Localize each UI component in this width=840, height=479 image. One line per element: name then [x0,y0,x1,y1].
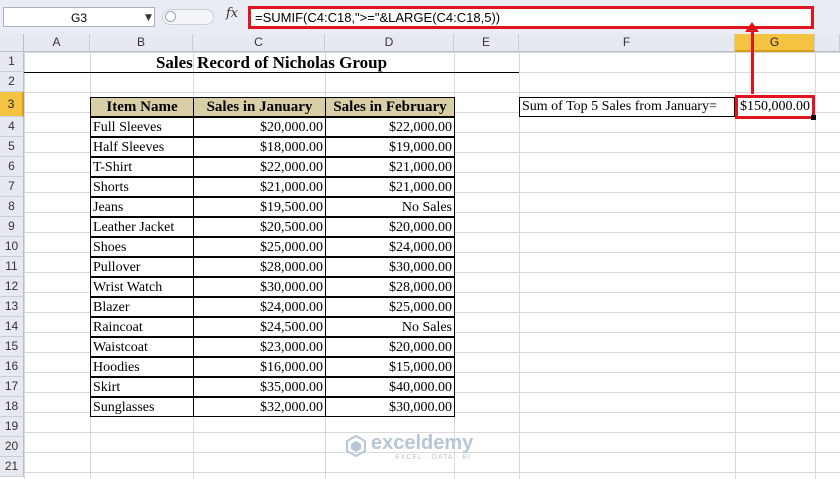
column-header-d[interactable]: D [325,34,454,52]
circle-icon [165,11,176,22]
row-header-4[interactable]: 4 [0,117,24,137]
jan-sales-cell[interactable]: $35,000.00 [193,377,326,397]
feb-sales-cell[interactable]: $21,000.00 [325,177,455,197]
row-header-12[interactable]: 12 [0,277,24,297]
feb-sales-cell[interactable]: $20,000.00 [325,217,455,237]
feb-sales-cell[interactable]: $40,000.00 [325,377,455,397]
callout-arrow-line [751,30,754,94]
item-name-cell[interactable]: Shorts [90,177,194,197]
item-name-cell[interactable]: Blazer [90,297,194,317]
row-header-18[interactable]: 18 [0,397,24,417]
jan-sales-cell[interactable]: $22,000.00 [193,157,326,177]
item-name-cell[interactable]: Pullover [90,257,194,277]
formula-bar: G3 ▼ fx =SUMIF(C4:C18,">="&LARGE(C4:C18,… [0,0,840,35]
fill-handle[interactable] [811,115,816,120]
row-header-8[interactable]: 8 [0,197,24,217]
row-header-3[interactable]: 3 [0,92,24,117]
row-header-9[interactable]: 9 [0,217,24,237]
row-header-5[interactable]: 5 [0,137,24,157]
feb-sales-cell[interactable]: $28,000.00 [325,277,455,297]
jan-sales-cell[interactable]: $24,000.00 [193,297,326,317]
row-header-17[interactable]: 17 [0,377,24,397]
item-name-cell[interactable]: Sunglasses [90,397,194,417]
selected-cell-g3[interactable]: $150,000.00 [735,95,815,119]
feb-sales-cell[interactable]: $22,000.00 [325,117,455,137]
arrow-up-icon [745,22,759,32]
insert-function-icon[interactable]: fx [226,6,238,21]
column-header-h[interactable] [815,34,840,52]
jan-sales-cell[interactable]: $24,500.00 [193,317,326,337]
sum-label-cell[interactable]: Sum of Top 5 Sales from January= [519,97,735,117]
header-sales-january[interactable]: Sales in January [193,97,326,117]
jan-sales-cell[interactable]: $28,000.00 [193,257,326,277]
row-header-10[interactable]: 10 [0,237,24,257]
row-header-20[interactable]: 20 [0,437,24,457]
row-header-14[interactable]: 14 [0,317,24,337]
item-name-cell[interactable]: Jeans [90,197,194,217]
item-name-cell[interactable]: Leather Jacket [90,217,194,237]
feb-sales-cell[interactable]: $25,000.00 [325,297,455,317]
feb-sales-cell[interactable]: No Sales [325,197,455,217]
item-name-cell[interactable]: T-Shirt [90,157,194,177]
row-header-16[interactable]: 16 [0,357,24,377]
column-header-f[interactable]: F [519,34,735,52]
jan-sales-cell[interactable]: $32,000.00 [193,397,326,417]
row-header-2[interactable]: 2 [0,72,24,92]
item-name-cell[interactable]: Raincoat [90,317,194,337]
feb-sales-cell[interactable]: $21,000.00 [325,157,455,177]
column-header-g[interactable]: G [735,34,815,52]
feb-sales-cell[interactable]: $30,000.00 [325,257,455,277]
column-header-e[interactable]: E [454,34,519,52]
jan-sales-cell[interactable]: $18,000.00 [193,137,326,157]
feb-sales-cell[interactable]: No Sales [325,317,455,337]
item-name-cell[interactable]: Hoodies [90,357,194,377]
item-name-cell[interactable]: Waistcoat [90,337,194,357]
name-box[interactable]: G3 [3,7,155,27]
item-name-cell[interactable]: Full Sleeves [90,117,194,137]
jan-sales-cell[interactable]: $30,000.00 [193,277,326,297]
feb-sales-cell[interactable]: $19,000.00 [325,137,455,157]
exceldemy-logo-icon [346,435,366,457]
row-header-7[interactable]: 7 [0,177,24,197]
row-header-1[interactable]: 1 [0,52,24,72]
item-name-cell[interactable]: Skirt [90,377,194,397]
sheet-title[interactable]: Sales Record of Nicholas Group [24,53,519,73]
column-header-c[interactable]: C [193,34,325,52]
row-header-19[interactable]: 19 [0,417,24,437]
formula-bar-handle[interactable] [162,9,214,25]
feb-sales-cell[interactable]: $20,000.00 [325,337,455,357]
row-header-6[interactable]: 6 [0,157,24,177]
name-box-dropdown-icon[interactable]: ▼ [145,13,152,23]
jan-sales-cell[interactable]: $19,500.00 [193,197,326,217]
select-all-corner[interactable] [0,34,24,52]
feb-sales-cell[interactable]: $15,000.00 [325,357,455,377]
row-header-13[interactable]: 13 [0,297,24,317]
column-header-b[interactable]: B [90,34,193,52]
watermark-name: exceldemy [371,432,474,454]
feb-sales-cell[interactable]: $24,000.00 [325,237,455,257]
formula-input[interactable]: =SUMIF(C4:C18,">="&LARGE(C4:C18,5)) [248,6,814,29]
header-item-name[interactable]: Item Name [90,97,194,117]
row-header-11[interactable]: 11 [0,257,24,277]
jan-sales-cell[interactable]: $20,000.00 [193,117,326,137]
row-header-21[interactable]: 21 [0,457,24,477]
item-name-cell[interactable]: Wrist Watch [90,277,194,297]
jan-sales-cell[interactable]: $20,500.00 [193,217,326,237]
item-name-cell[interactable]: Shoes [90,237,194,257]
row-header-15[interactable]: 15 [0,337,24,357]
jan-sales-cell[interactable]: $16,000.00 [193,357,326,377]
jan-sales-cell[interactable]: $21,000.00 [193,177,326,197]
watermark-tagline: EXCEL · DATA · BI [395,454,471,461]
column-header-a[interactable]: A [24,34,90,52]
feb-sales-cell[interactable]: $30,000.00 [325,397,455,417]
header-sales-february[interactable]: Sales in February [325,97,455,117]
jan-sales-cell[interactable]: $23,000.00 [193,337,326,357]
item-name-cell[interactable]: Half Sleeves [90,137,194,157]
jan-sales-cell[interactable]: $25,000.00 [193,237,326,257]
